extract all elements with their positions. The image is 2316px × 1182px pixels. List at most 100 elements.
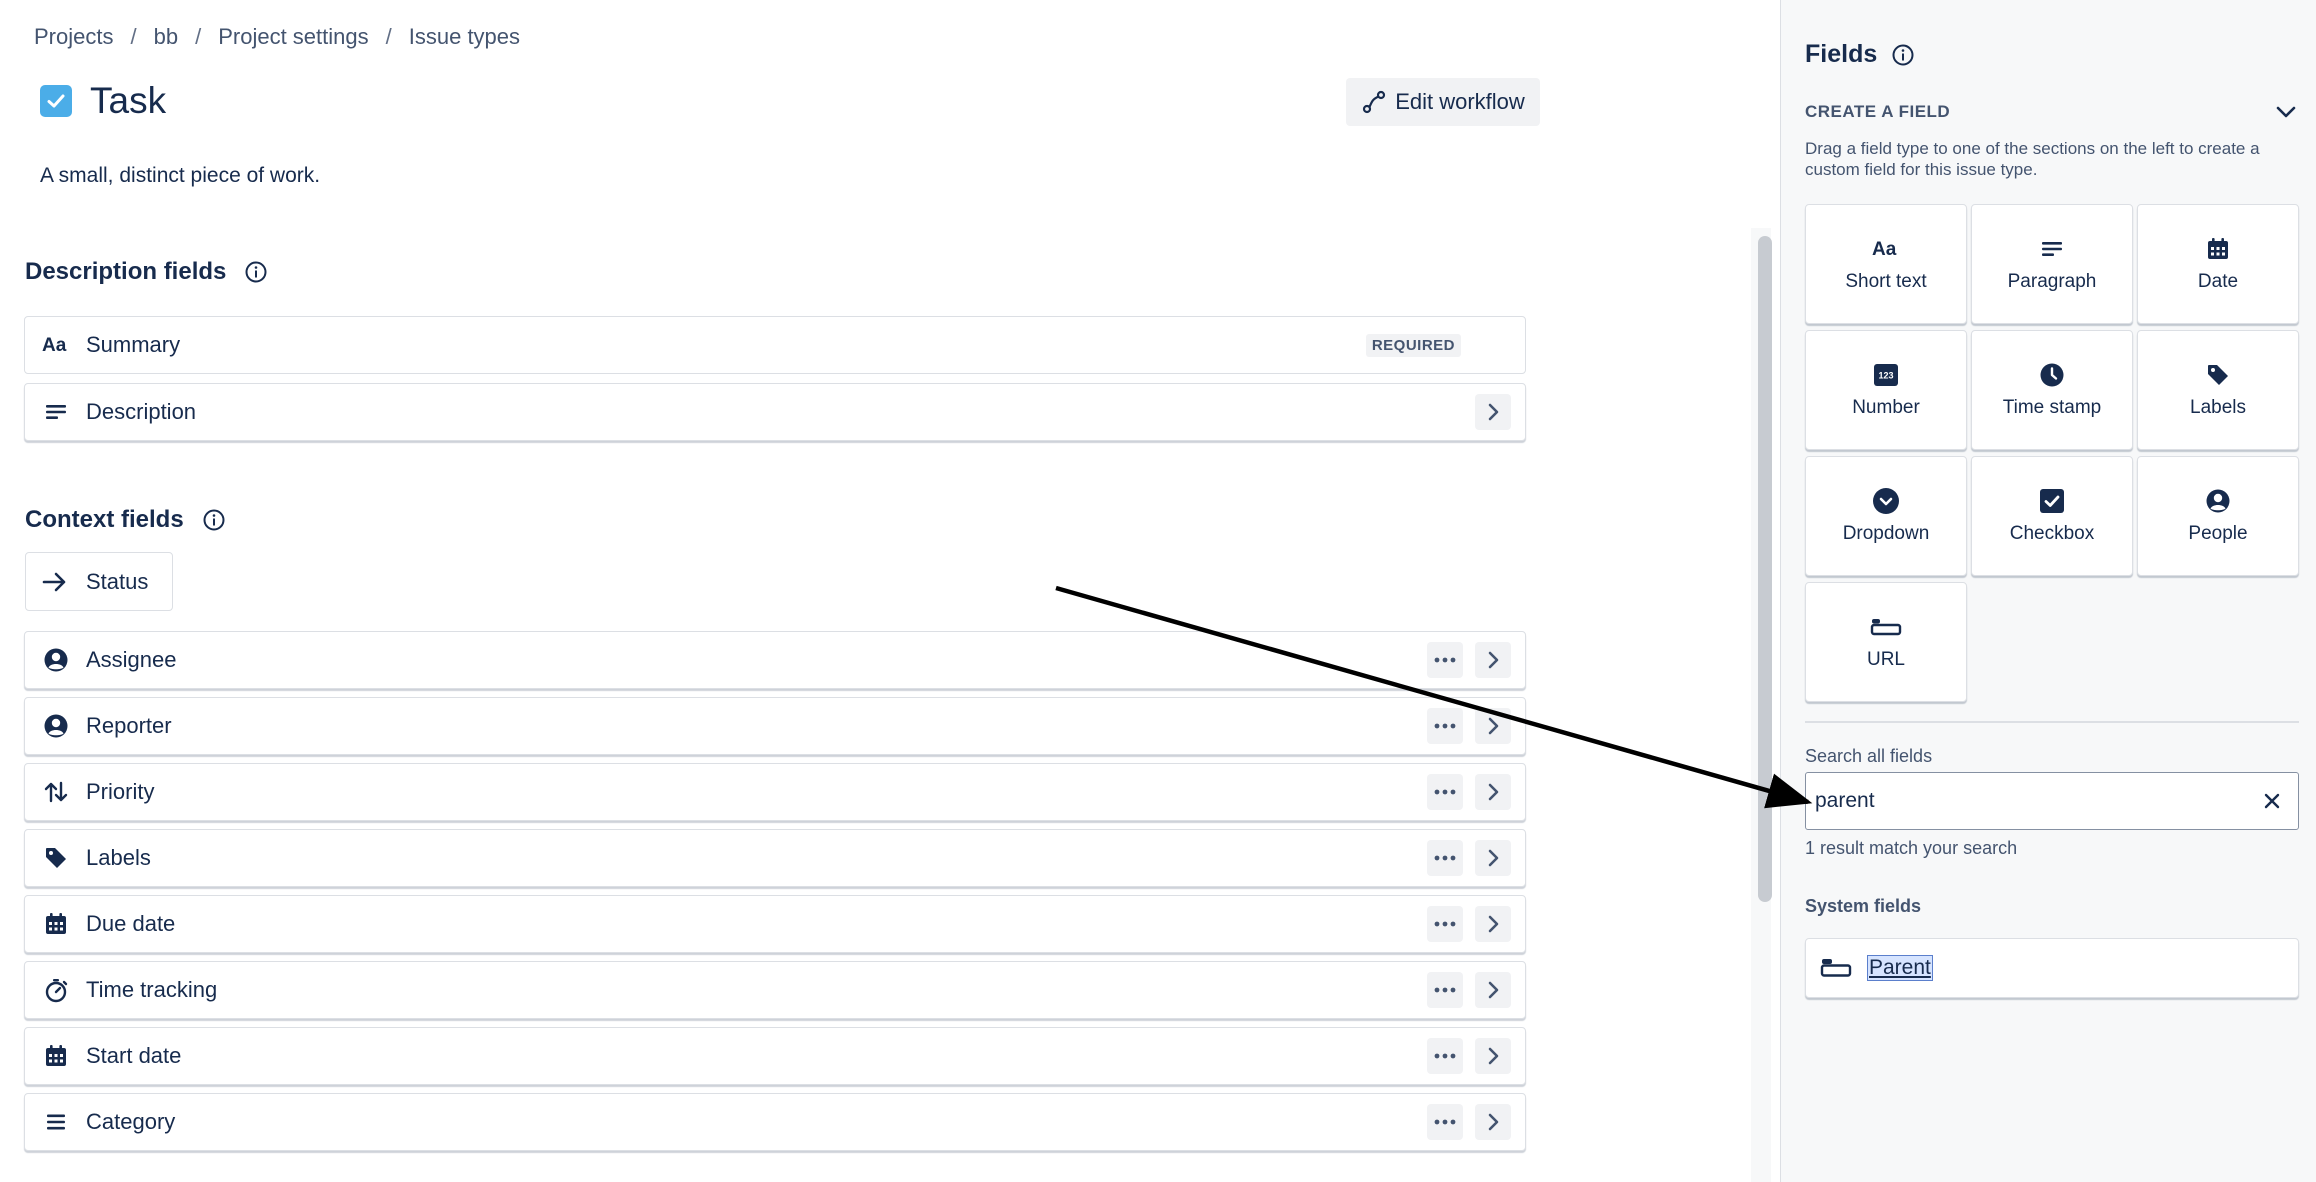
search-field: [1805, 772, 2299, 830]
field-row-start-date[interactable]: Start date: [24, 1027, 1526, 1085]
field-row-reporter[interactable]: Reporter: [24, 697, 1526, 755]
status-label: Status: [86, 568, 149, 594]
field-type-label: Dropdown: [1842, 523, 1930, 544]
main-content: Projects / bb / Project settings / Issue…: [0, 0, 1780, 1182]
expand-field-button[interactable]: [1475, 840, 1511, 876]
field-type-label: Date: [2197, 271, 2239, 292]
field-row-labels[interactable]: Labels: [24, 829, 1526, 887]
field-row-category[interactable]: Category: [24, 1093, 1526, 1151]
more-actions-button[interactable]: [1427, 906, 1463, 942]
expand-field-button[interactable]: [1475, 1104, 1511, 1140]
field-label: Summary: [86, 332, 181, 357]
field-type-short-text[interactable]: Aa Short text: [1805, 204, 1967, 324]
field-row-summary[interactable]: Aa Summary REQUIRED: [24, 316, 1526, 374]
expand-field-button[interactable]: [1475, 642, 1511, 678]
close-icon: [2264, 793, 2280, 809]
clear-search-button[interactable]: [2252, 781, 2292, 821]
expand-field-button[interactable]: [1475, 708, 1511, 744]
required-badge: REQUIRED: [1365, 333, 1461, 357]
field-type-date[interactable]: Date: [2137, 204, 2299, 324]
more-actions-button[interactable]: [1427, 972, 1463, 1008]
breadcrumb-projects[interactable]: Projects: [34, 24, 113, 50]
field-row-due-date[interactable]: Due date: [24, 895, 1526, 953]
calendar-icon: [42, 1042, 70, 1070]
field-type-label: URL: [1866, 649, 1905, 670]
breadcrumb-project-bb[interactable]: bb: [154, 24, 178, 50]
expand-field-button[interactable]: [1475, 972, 1511, 1008]
chevron-right-icon: [1488, 1047, 1499, 1065]
info-icon[interactable]: [244, 260, 268, 284]
expand-field-button[interactable]: [1475, 1038, 1511, 1074]
field-label: Labels: [86, 845, 151, 870]
stopwatch-icon: [42, 976, 70, 1004]
field-type-time-stamp[interactable]: Time stamp: [1971, 330, 2133, 450]
more-actions-button[interactable]: [1427, 774, 1463, 810]
scrollbar-thumb[interactable]: [1758, 236, 1772, 902]
field-row-description[interactable]: Description: [24, 383, 1526, 441]
breadcrumb-separator: /: [385, 24, 392, 49]
create-field-toggle[interactable]: CREATE A FIELD: [1805, 102, 2297, 122]
context-fields-title: Context fields: [25, 506, 184, 533]
issue-type-header: Task: [40, 80, 166, 122]
info-icon[interactable]: [1891, 43, 1915, 67]
chevron-right-icon: [1488, 717, 1499, 735]
field-label: Category: [86, 1109, 176, 1134]
field-type-url[interactable]: URL: [1805, 582, 1967, 702]
field-type-label: Checkbox: [2009, 523, 2095, 544]
create-field-description: Drag a field type to one of the sections…: [1805, 139, 2260, 179]
tag-icon: [2205, 361, 2231, 389]
field-type-label: Number: [1852, 397, 1920, 418]
field-row-priority[interactable]: Priority: [24, 763, 1526, 821]
person-icon: [2205, 487, 2231, 515]
chevron-right-icon: [1488, 849, 1499, 867]
expand-field-button[interactable]: [1475, 774, 1511, 810]
field-row-time-tracking[interactable]: Time tracking: [24, 961, 1526, 1019]
context-fields-heading: Context fields: [25, 506, 226, 534]
field-type-people[interactable]: People: [2137, 456, 2299, 576]
more-actions-button[interactable]: [1427, 1038, 1463, 1074]
edit-workflow-button[interactable]: Edit workflow: [1346, 78, 1540, 126]
more-actions-button[interactable]: [1427, 840, 1463, 876]
field-type-paragraph[interactable]: Paragraph: [1971, 204, 2133, 324]
fields-panel: Fields CREATE A FIELD Drag a field type …: [1780, 0, 2316, 1182]
field-type-checkbox[interactable]: Checkbox: [1971, 456, 2133, 576]
field-type-dropdown[interactable]: Dropdown: [1805, 456, 1967, 576]
url-field-icon: [1870, 613, 1902, 641]
chevron-right-icon: [1488, 783, 1499, 801]
more-horizontal-icon: [1434, 723, 1456, 729]
status-field-chip[interactable]: Status: [25, 552, 173, 611]
field-type-number[interactable]: 123 Number: [1805, 330, 1967, 450]
field-type-grid: Aa Short text Paragraph Date 123 Number: [1805, 204, 2299, 702]
chevron-right-icon: [1488, 403, 1499, 421]
chevron-down-icon: [2276, 106, 2296, 118]
svg-text:123: 123: [1878, 371, 1893, 381]
field-label: Start date: [86, 1043, 182, 1068]
field-type-label: Paragraph: [2007, 271, 2097, 292]
expand-field-button[interactable]: [1475, 906, 1511, 942]
more-actions-button[interactable]: [1427, 708, 1463, 744]
info-icon[interactable]: [202, 508, 226, 532]
field-type-labels[interactable]: Labels: [2137, 330, 2299, 450]
system-field-label: Parent: [1867, 955, 1933, 981]
svg-text:Aa: Aa: [42, 335, 67, 356]
expand-field-button[interactable]: [1475, 394, 1511, 430]
search-input[interactable]: [1806, 789, 2252, 813]
person-icon: [42, 646, 70, 674]
system-field-parent[interactable]: Parent: [1805, 938, 2299, 998]
svg-text:Aa: Aa: [1872, 239, 1897, 260]
field-type-label: Time stamp: [2002, 397, 2102, 418]
text-aa-icon: Aa: [1871, 235, 1901, 263]
breadcrumb-project-settings[interactable]: Project settings: [218, 24, 368, 50]
field-label: Assignee: [86, 647, 177, 672]
more-horizontal-icon: [1434, 1053, 1456, 1059]
more-actions-button[interactable]: [1427, 1104, 1463, 1140]
more-actions-button[interactable]: [1427, 642, 1463, 678]
field-type-label: Labels: [2190, 397, 2246, 418]
person-icon: [42, 712, 70, 740]
field-label: Reporter: [86, 713, 172, 738]
field-row-assignee[interactable]: Assignee: [24, 631, 1526, 689]
chevron-right-icon: [1488, 1113, 1499, 1131]
edit-workflow-label: Edit workflow: [1395, 89, 1525, 114]
breadcrumb-issue-types[interactable]: Issue types: [409, 24, 520, 50]
field-type-label: People: [2188, 523, 2248, 544]
